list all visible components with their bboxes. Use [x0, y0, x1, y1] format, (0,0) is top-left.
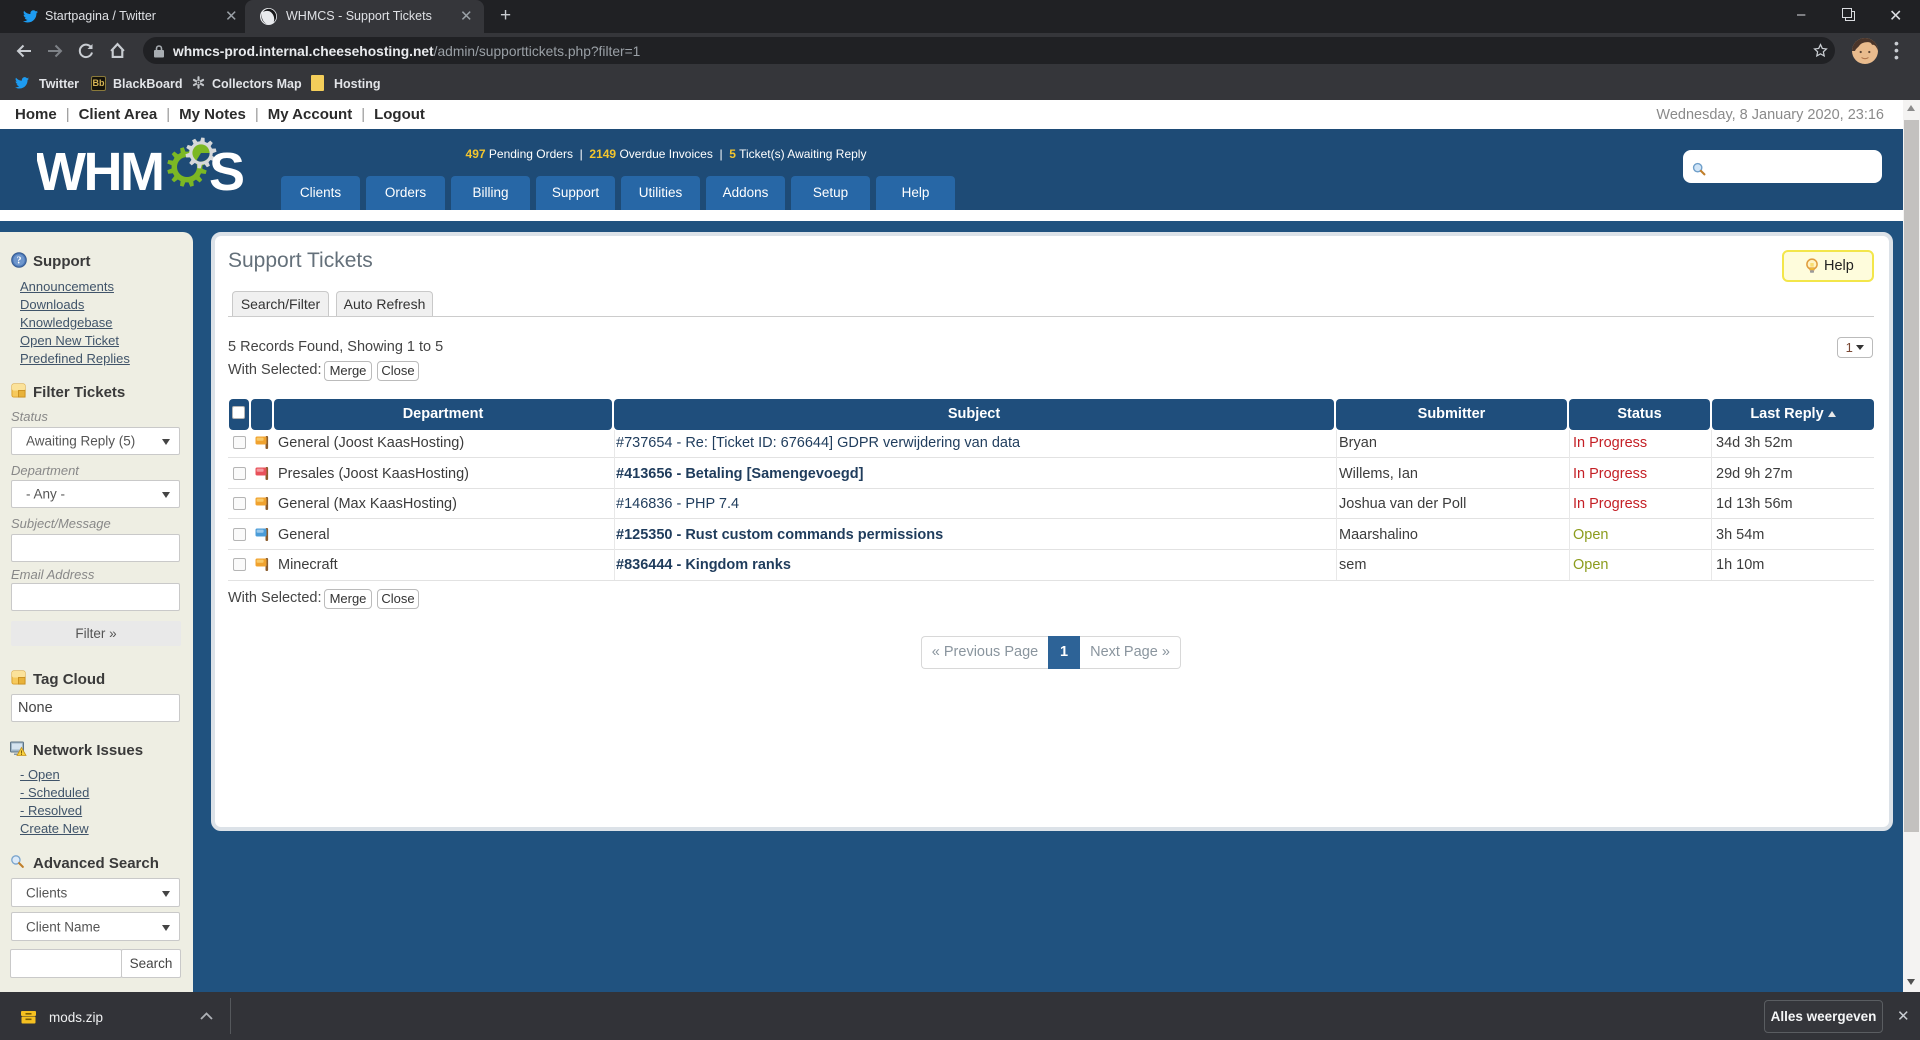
svg-text:?: ?: [17, 256, 22, 267]
svg-text:!: !: [20, 750, 22, 757]
